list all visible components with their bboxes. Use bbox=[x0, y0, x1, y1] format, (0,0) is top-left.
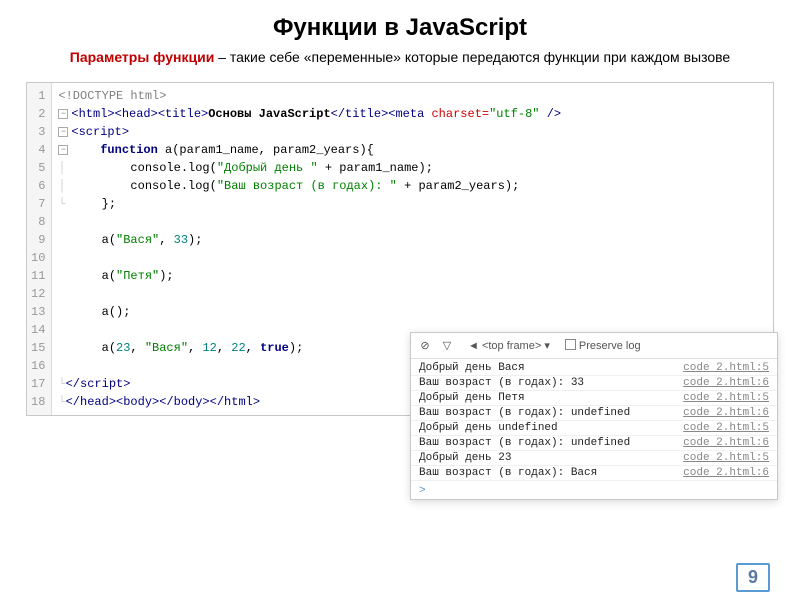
line-number: 18 bbox=[31, 393, 45, 411]
subtitle-term: Параметры функции bbox=[70, 49, 215, 65]
line-number: 17 bbox=[31, 375, 45, 393]
frame-selector[interactable]: ◄ <top frame> ▾ bbox=[463, 337, 555, 354]
console-toolbar: ⊘ ▽ ◄ <top frame> ▾ Preserve log bbox=[411, 333, 777, 359]
console-message: Добрый день Вася bbox=[419, 362, 525, 374]
line-number: 16 bbox=[31, 357, 45, 375]
console-source-link[interactable]: code 2.html:6 bbox=[683, 377, 769, 389]
console-source-link[interactable]: code 2.html:5 bbox=[683, 392, 769, 404]
line-number: 5 bbox=[31, 159, 45, 177]
console-body: Добрый день Васяcode 2.html:5Ваш возраст… bbox=[411, 359, 777, 483]
devtools-console: ⊘ ▽ ◄ <top frame> ▾ Preserve log Добрый … bbox=[410, 332, 778, 500]
line-number: 3 bbox=[31, 123, 45, 141]
line-number: 13 bbox=[31, 303, 45, 321]
clear-icon[interactable]: ⊘ bbox=[419, 340, 431, 352]
console-row: Ваш возраст (в годах): Вася code 2.html:6 bbox=[411, 466, 777, 481]
console-row: Добрый день 23 code 2.html:5 bbox=[411, 451, 777, 466]
page-number: 9 bbox=[736, 563, 770, 592]
console-message: Добрый день undefined bbox=[419, 422, 558, 434]
console-row: Ваш возраст (в годах): 33 code 2.html:6 bbox=[411, 376, 777, 391]
line-number: 2 bbox=[31, 105, 45, 123]
console-message: Ваш возраст (в годах): 33 bbox=[419, 377, 584, 389]
code-line bbox=[58, 249, 767, 267]
console-source-link[interactable]: code 2.html:5 bbox=[683, 422, 769, 434]
code-line: │ console.log("Ваш возраст (в годах): " … bbox=[58, 177, 767, 195]
code-line: │ console.log("Добрый день " + param1_na… bbox=[58, 159, 767, 177]
preserve-label: Preserve log bbox=[579, 340, 641, 352]
code-line: <html><head><title>Основы JavaScript</ti… bbox=[58, 105, 767, 123]
console-row: Добрый день undefined code 2.html:5 bbox=[411, 421, 777, 436]
code-line: └ }; bbox=[58, 195, 767, 213]
console-prompt[interactable]: > bbox=[411, 483, 777, 499]
preserve-log[interactable]: Preserve log bbox=[565, 339, 641, 352]
line-number: 6 bbox=[31, 177, 45, 195]
console-row: Добрый день Вася code 2.html:5 bbox=[411, 361, 777, 376]
code-line: a("Петя"); bbox=[58, 267, 767, 285]
console-source-link[interactable]: code 2.html:6 bbox=[683, 407, 769, 419]
console-message: Ваш возраст (в годах): undefined bbox=[419, 437, 630, 449]
line-number: 4 bbox=[31, 141, 45, 159]
code-line: a("Вася", 33); bbox=[58, 231, 767, 249]
console-row: Добрый день Петя code 2.html:5 bbox=[411, 391, 777, 406]
subtitle: Параметры функции – такие себе «переменн… bbox=[0, 46, 800, 76]
console-source-link[interactable]: code 2.html:5 bbox=[683, 452, 769, 464]
console-message: Добрый день 23 bbox=[419, 452, 511, 464]
line-number: 1 bbox=[31, 87, 45, 105]
line-number: 10 bbox=[31, 249, 45, 267]
subtitle-rest: – такие себе «переменные» которые переда… bbox=[214, 49, 730, 65]
code-line: function a(param1_name, param2_years){ bbox=[58, 141, 767, 159]
console-source-link[interactable]: code 2.html:5 bbox=[683, 362, 769, 374]
line-number: 11 bbox=[31, 267, 45, 285]
page-title: Функции в JavaScript bbox=[0, 0, 800, 46]
console-row: Ваш возраст (в годах): undefined code 2.h… bbox=[411, 436, 777, 451]
line-gutter: 123456789101112131415161718 bbox=[27, 83, 52, 415]
console-message: Ваш возраст (в годах): Вася bbox=[419, 467, 597, 479]
line-number: 12 bbox=[31, 285, 45, 303]
code-line: <script> bbox=[58, 123, 767, 141]
line-number: 8 bbox=[31, 213, 45, 231]
frame-label: <top frame> bbox=[482, 340, 541, 352]
filter-icon[interactable]: ▽ bbox=[441, 340, 453, 352]
console-source-link[interactable]: code 2.html:6 bbox=[683, 467, 769, 479]
line-number: 14 bbox=[31, 321, 45, 339]
console-message: Добрый день Петя bbox=[419, 392, 525, 404]
console-row: Ваш возраст (в годах): undefined code 2.h… bbox=[411, 406, 777, 421]
code-line bbox=[58, 213, 767, 231]
code-line: <!DOCTYPE html> bbox=[58, 87, 767, 105]
preserve-checkbox[interactable] bbox=[565, 339, 576, 350]
line-number: 7 bbox=[31, 195, 45, 213]
code-line bbox=[58, 285, 767, 303]
console-source-link[interactable]: code 2.html:6 bbox=[683, 437, 769, 449]
line-number: 9 bbox=[31, 231, 45, 249]
line-number: 15 bbox=[31, 339, 45, 357]
console-message: Ваш возраст (в годах): undefined bbox=[419, 407, 630, 419]
code-line: a(); bbox=[58, 303, 767, 321]
